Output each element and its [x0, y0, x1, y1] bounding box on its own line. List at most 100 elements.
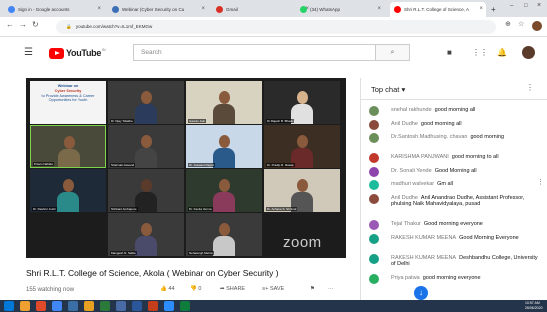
- arrow-down-icon: ↓: [419, 288, 423, 297]
- chat-author-avatar[interactable]: [369, 253, 379, 264]
- close-icon[interactable]: ×: [377, 2, 381, 17]
- close-icon[interactable]: ×: [479, 2, 483, 17]
- chat-message-body: Dr. Sonali Yende Good Morning all: [391, 168, 539, 175]
- zoom-icon[interactable]: ⊕: [505, 20, 511, 28]
- participant-name: Shrikant Ambapure: [110, 207, 138, 211]
- close-icon[interactable]: ×: [97, 2, 101, 17]
- message-menu-icon[interactable]: ⋮: [537, 178, 544, 186]
- clock-date: 26/06/2020: [525, 305, 543, 310]
- youtube-logo[interactable]: YouTube IN: [49, 47, 106, 59]
- chat-author-avatar[interactable]: [369, 153, 379, 163]
- chat-author-avatar[interactable]: [369, 180, 379, 190]
- participant-name: Nehasingh Mehta: [188, 251, 214, 255]
- document-icon: [112, 6, 119, 13]
- chat-more-icon[interactable]: ⋮: [526, 83, 534, 92]
- media-player-icon[interactable]: [36, 301, 46, 311]
- participant-figure: [213, 223, 235, 256]
- search-input[interactable]: Search: [133, 44, 376, 61]
- chrome-icon[interactable]: [52, 301, 62, 311]
- chat-author-name[interactable]: Priya patwa: [391, 275, 420, 281]
- back-icon[interactable]: ←: [6, 20, 14, 29]
- video-player[interactable]: Webinar on Cyber Security to Provide Awa…: [26, 78, 346, 258]
- save-button[interactable]: ≡+ SAVE: [262, 286, 284, 292]
- chat-author-avatar[interactable]: [369, 273, 379, 284]
- share-button[interactable]: ➦ SHARE: [220, 286, 245, 292]
- windows-taskbar: 10:57 AM 26/06/2020: [0, 300, 547, 312]
- chat-message-body: Anil Dudhe Anil Anandrao Dudhe, Assistant…: [391, 195, 539, 208]
- maximize-icon[interactable]: □: [524, 3, 528, 9]
- minimize-icon[interactable]: –: [510, 3, 513, 9]
- reload-icon[interactable]: ↻: [32, 20, 39, 29]
- chat-author-avatar[interactable]: [369, 220, 379, 230]
- app-icon[interactable]: [116, 301, 126, 311]
- chat-message-text: Good morning everyone: [423, 221, 483, 227]
- video-tile: Shahnak Gavand: [108, 125, 184, 168]
- notifications-bell-icon[interactable]: 🔔: [497, 48, 507, 57]
- chat-author-name[interactable]: Anil Dudhe: [391, 195, 418, 201]
- youtube-header: ☰ YouTube IN Search ⌕ ■ ⋮⋮ 🔔: [0, 37, 547, 69]
- chat-author-name[interactable]: RAKESH KUMAR MEENA: [391, 235, 456, 241]
- chat-author-avatar[interactable]: [369, 133, 379, 143]
- chat-author-name[interactable]: KARISHMA PANJWANI: [391, 154, 449, 160]
- participant-figure: [135, 91, 157, 124]
- folder-icon[interactable]: [84, 301, 94, 311]
- chat-author-name[interactable]: Tejal Thakur: [391, 221, 421, 227]
- account-avatar[interactable]: [522, 46, 535, 59]
- url-input[interactable]: 🔒 youtube.com/watch?v=IL1mf_EKMGw: [56, 20, 496, 34]
- thumbs-up-icon: 👍: [160, 286, 167, 292]
- powerpoint-icon[interactable]: [148, 301, 158, 311]
- search-button[interactable]: ⌕: [376, 44, 410, 61]
- country-code: IN: [102, 48, 106, 52]
- video-tile: Dr.Rajesh B. Bhadu: [264, 81, 340, 124]
- tab-whatsapp[interactable]: (34) WhatsApp ×: [296, 2, 384, 17]
- tab-youtube-active[interactable]: Shri R.L.T. College of Science, A ×: [390, 2, 486, 17]
- slide-line: Opportunities for Youth: [48, 98, 88, 103]
- more-actions-icon[interactable]: ···: [328, 286, 334, 292]
- video-title: Shri R.L.T. College of Science, Akola ( …: [26, 268, 279, 278]
- menu-icon[interactable]: ☰: [24, 47, 33, 58]
- forward-icon[interactable]: →: [19, 20, 27, 29]
- zoom-app-icon[interactable]: [164, 301, 174, 311]
- dislike-button[interactable]: 👎 0: [190, 286, 201, 292]
- chat-author-avatar[interactable]: [369, 233, 379, 244]
- tab-label: Gmail: [226, 7, 238, 12]
- tab-webinar[interactable]: Webinar (Cyber Security on Cu ×: [108, 2, 208, 17]
- tab-label: (34) WhatsApp: [310, 7, 341, 12]
- tab-google-accounts[interactable]: Sign in - Google accounts ×: [4, 2, 104, 17]
- scroll-to-bottom-button[interactable]: ↓: [414, 286, 428, 300]
- report-flag-icon[interactable]: ⚑: [310, 286, 315, 292]
- live-chat-panel: Top chat ▾ ⋮ snehal rakhunde good morning…: [360, 78, 547, 300]
- system-clock[interactable]: 10:57 AM 26/06/2020: [525, 301, 543, 310]
- profile-avatar[interactable]: [532, 21, 542, 31]
- video-tile: Dr. Jaswant Rajput: [186, 125, 262, 168]
- chat-author-name[interactable]: madhuri walvekar: [391, 181, 434, 187]
- chat-author-avatar[interactable]: [369, 166, 379, 177]
- chat-message-text: good morning everyone: [422, 274, 481, 281]
- start-icon[interactable]: [4, 301, 14, 311]
- app-icon[interactable]: [68, 301, 78, 311]
- participant-name: Pravin Nahida: [33, 162, 54, 166]
- chat-mode-selector[interactable]: Top chat ▾: [371, 85, 405, 94]
- participant-name: Shahnak Gavand: [110, 163, 136, 167]
- apps-grid-icon[interactable]: ⋮⋮: [472, 48, 488, 57]
- app-icon[interactable]: [100, 301, 110, 311]
- chat-author-name[interactable]: RAKESH KUMAR MEENA: [391, 255, 456, 261]
- like-button[interactable]: 👍 44: [160, 286, 175, 292]
- chat-author-avatar[interactable]: [369, 119, 379, 130]
- star-icon[interactable]: ☆: [518, 20, 524, 28]
- chat-author-avatar[interactable]: [369, 106, 379, 116]
- create-video-icon[interactable]: ■: [447, 48, 452, 57]
- chevron-down-icon: ▾: [401, 85, 406, 94]
- app-icon[interactable]: [180, 301, 190, 311]
- close-icon[interactable]: ×: [201, 2, 205, 17]
- new-tab-button[interactable]: +: [488, 2, 502, 17]
- chat-author-name[interactable]: Dr. Sonali Yende: [391, 168, 432, 174]
- file-explorer-icon[interactable]: [20, 301, 30, 311]
- word-icon[interactable]: [132, 301, 142, 311]
- chat-author-name[interactable]: snehal rakhunde: [391, 107, 432, 113]
- chat-author-name[interactable]: Dr.Santosh.Madhusing. chavan: [391, 134, 467, 140]
- chat-author-name[interactable]: Anil Dudhe: [391, 121, 418, 127]
- window-close-icon[interactable]: ×: [537, 2, 541, 9]
- thumbs-down-icon: 👎: [190, 286, 197, 292]
- chat-author-avatar[interactable]: [369, 193, 379, 204]
